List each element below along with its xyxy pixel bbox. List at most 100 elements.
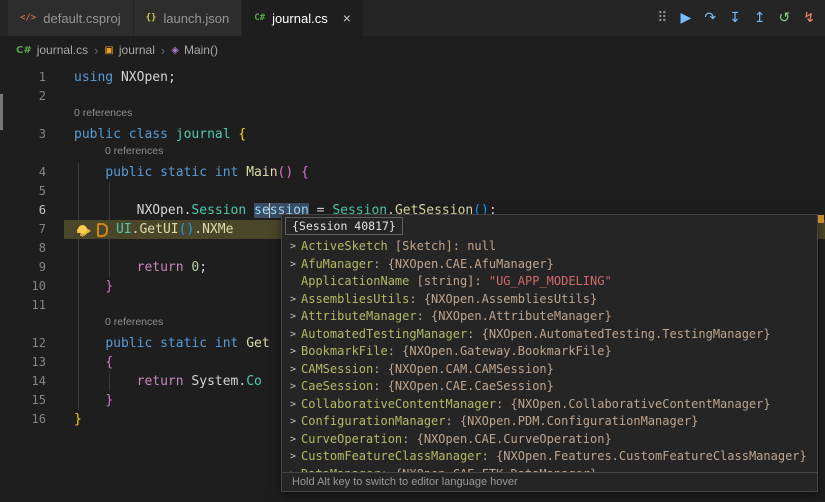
line-number[interactable]: 2	[0, 87, 46, 106]
indent-spaces	[74, 260, 137, 275]
tab-journal.cs[interactable]: C#journal.cs×	[242, 0, 364, 36]
chevron-right-icon[interactable]: >	[285, 448, 301, 466]
line-number[interactable]: 14	[0, 372, 46, 391]
property-separator: :	[402, 431, 416, 449]
code-line-1[interactable]: 1using NXOpen;	[0, 68, 825, 87]
hover-row-BookmarkFile[interactable]: >BookmarkFile: {NXOpen.Gateway.BookmarkF…	[285, 343, 817, 361]
line-number[interactable]: 12	[0, 334, 46, 353]
hover-row-AssembliesUtils[interactable]: >AssembliesUtils: {NXOpen.AssembliesUtil…	[285, 291, 817, 309]
property-name: AssembliesUtils	[301, 291, 409, 309]
hover-title: {Session 40817}	[285, 217, 403, 235]
breadcrumb-item-journal.cs[interactable]: C#journal.cs	[16, 43, 88, 57]
property-value: {NXOpen.AutomatedTesting.TestingManager}	[482, 326, 771, 344]
hover-row-AfuManager[interactable]: >AfuManager: {NXOpen.CAE.AfuManager}	[285, 256, 817, 274]
code-text: public class journal {	[74, 127, 246, 142]
debug-disconnect-button[interactable]: ↯	[803, 11, 815, 25]
debug-step-out-button[interactable]: ↥	[754, 11, 766, 25]
tab-default.csproj[interactable]: </>default.csproj	[8, 0, 134, 36]
chevron-right-icon[interactable]: >	[285, 308, 301, 326]
property-separator: :	[409, 291, 423, 309]
chevron-right-icon[interactable]: >	[285, 378, 301, 396]
breadcrumb-item-Main()[interactable]: ◈Main()	[171, 43, 218, 57]
code-token: public	[105, 165, 152, 180]
indent-spaces	[74, 165, 105, 180]
debug-restart-button[interactable]: ↺	[779, 11, 791, 25]
line-number[interactable]: 6	[0, 201, 46, 220]
code-token: public	[74, 127, 121, 142]
tab-close-icon[interactable]: ×	[343, 11, 351, 25]
property-value: null	[467, 238, 496, 256]
hover-row-ApplicationName[interactable]: ApplicationName [string]: "UG_APP_MODELI…	[285, 273, 817, 291]
chevron-right-icon[interactable]: >	[285, 256, 301, 274]
csproj-file-icon: </>	[20, 13, 36, 23]
chevron-right-icon[interactable]: >	[285, 326, 301, 344]
line-number[interactable]: 15	[0, 391, 46, 410]
line-number[interactable]: 1	[0, 68, 46, 87]
code-token: }	[105, 393, 113, 408]
property-separator: :	[446, 413, 460, 431]
chevron-right-icon[interactable]: >	[285, 431, 301, 449]
code-token: .	[194, 222, 202, 237]
chevron-right-icon[interactable]: >	[285, 238, 301, 256]
codelens-references[interactable]: 0 references	[74, 107, 132, 119]
line-number[interactable]: 5	[0, 182, 46, 201]
codelens-references[interactable]: 0 references	[105, 145, 163, 157]
code-line-5[interactable]: 5	[0, 182, 825, 201]
hover-row-ConfigurationManager[interactable]: >ConfigurationManager: {NXOpen.PDM.Confi…	[285, 413, 817, 431]
chevron-right-icon[interactable]: >	[285, 343, 301, 361]
line-number[interactable]: 16	[0, 410, 46, 429]
property-name: AfuManager	[301, 256, 373, 274]
line-number[interactable]: 11	[0, 296, 46, 315]
code-token: using	[74, 70, 113, 85]
hover-header: {Session 40817}	[282, 215, 817, 237]
code-token: return	[137, 374, 184, 389]
lightbulb-icon[interactable]	[78, 225, 87, 234]
breadcrumb-label: Main()	[184, 43, 218, 57]
hover-row-CollaborativeContentManager[interactable]: >CollaborativeContentManager: {NXOpen.Co…	[285, 396, 817, 414]
json-file-icon: {}	[146, 13, 157, 23]
line-number[interactable]: 4	[0, 163, 46, 182]
hover-row-CurveOperation[interactable]: >CurveOperation: {NXOpen.CAE.CurveOperat…	[285, 431, 817, 449]
property-name: CurveOperation	[301, 431, 402, 449]
hover-row-AttributeManager[interactable]: >AttributeManager: {NXOpen.AttributeMana…	[285, 308, 817, 326]
code-token: return	[137, 260, 184, 275]
hover-row-CAMSession[interactable]: >CAMSession: {NXOpen.CAM.CAMSession}	[285, 361, 817, 379]
debug-step-into-button[interactable]: ↧	[729, 11, 741, 25]
indent-spaces	[74, 203, 137, 218]
hover-row-AutomatedTestingManager[interactable]: >AutomatedTestingManager: {NXOpen.Automa…	[285, 326, 817, 344]
code-line-3[interactable]: 3 public class journal {	[0, 125, 825, 144]
line-number[interactable]: 13	[0, 353, 46, 372]
chevron-right-icon[interactable]: >	[285, 413, 301, 431]
breadcrumb-item-journal[interactable]: ▣journal	[104, 43, 154, 57]
debug-step-over-button[interactable]: ↷	[704, 11, 716, 25]
code-token: {	[238, 127, 246, 142]
hover-row-ActiveSketch[interactable]: >ActiveSketch [Sketch]: null	[285, 238, 817, 256]
chevron-right-icon[interactable]: >	[285, 361, 301, 379]
code-line-4[interactable]: 4 public static int Main() {	[0, 163, 825, 182]
code-token: ;	[199, 260, 207, 275]
line-number[interactable]: 9	[0, 258, 46, 277]
code-line-2[interactable]: 2	[0, 87, 825, 106]
code-text: return System.Co	[74, 374, 262, 389]
chevron-right-icon[interactable]: >	[285, 396, 301, 414]
line-number[interactable]: 7	[0, 220, 46, 239]
property-value: {NXOpen.AssembliesUtils}	[424, 291, 597, 309]
chevron-right-icon[interactable]: >	[285, 291, 301, 309]
debug-continue-button[interactable]: ▶	[681, 11, 692, 25]
tab-launch.json[interactable]: {}launch.json	[134, 0, 243, 36]
property-value: {NXOpen.CAE.CurveOperation}	[417, 431, 612, 449]
property-name: CAMSession	[301, 361, 373, 379]
hover-row-CustomFeatureClassManager[interactable]: >CustomFeatureClassManager: {NXOpen.Feat…	[285, 448, 817, 466]
codelens-references[interactable]: 0 references	[105, 316, 163, 328]
hover-row-CaeSession[interactable]: >CaeSession: {NXOpen.CAE.CaeSession}	[285, 378, 817, 396]
breadcrumb: C#journal.cs›▣journal›◈Main()	[0, 36, 825, 64]
property-value: {NXOpen.CAE.AfuManager}	[388, 256, 554, 274]
toolbar-grip-icon[interactable]: ⠿	[657, 11, 667, 25]
overview-ruler-debug-mark	[818, 215, 824, 223]
code-token	[152, 336, 160, 351]
property-separator: :	[417, 308, 431, 326]
code-token: GetUI	[139, 222, 178, 237]
line-number[interactable]: 10	[0, 277, 46, 296]
line-number[interactable]: 8	[0, 239, 46, 258]
line-number[interactable]: 3	[0, 125, 46, 144]
